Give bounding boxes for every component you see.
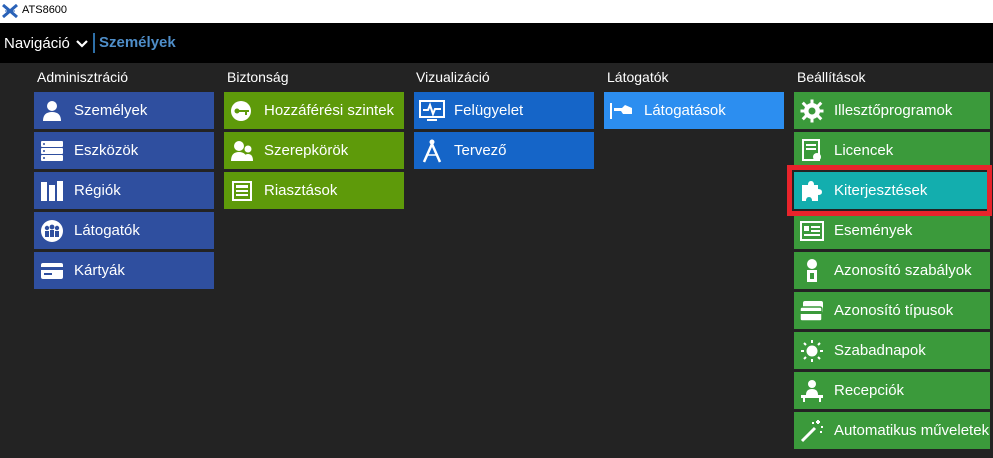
id-rules-icon — [799, 258, 825, 284]
visit-icon — [609, 98, 635, 124]
id-types-icon — [799, 298, 825, 324]
menu-tile-events[interactable]: Események — [794, 212, 990, 249]
menu-tile-label: Régiók — [74, 182, 121, 199]
person-icon — [39, 98, 65, 124]
menu-tile-label: Szabadnapok — [834, 342, 926, 359]
menu-tile-label: Automatikus műveletek — [834, 422, 990, 439]
menu-tile-label: Kártyák — [74, 262, 125, 279]
visitors-group-icon — [39, 218, 65, 244]
menu-tile-label: Hozzáférési szintek — [264, 102, 395, 119]
column-header-visualization: Vizualizáció — [416, 69, 490, 85]
menu-tile-label: Azonosító szabályok — [834, 262, 972, 279]
breadcrumb-current-page[interactable]: Személyek — [99, 34, 176, 51]
menu-tile-label: Illesztőprogramok — [834, 102, 953, 119]
menu-tile-label: Személyek — [74, 102, 148, 119]
navigation-bar: Navigáció Személyek — [0, 23, 993, 63]
roles-icon — [229, 138, 255, 164]
menu-tile-automatic-actions[interactable]: Automatikus műveletek — [794, 412, 990, 449]
magic-wand-icon — [799, 418, 825, 444]
gear-icon — [799, 98, 825, 124]
menu-tile-access-levels[interactable]: Hozzáférési szintek — [224, 92, 404, 129]
sun-icon — [799, 338, 825, 364]
navigation-menu-panel: Adminisztráció Biztonság Vizualizáció Lá… — [16, 63, 993, 458]
menu-tile-label: Látogatások — [644, 102, 726, 119]
menu-tile-label: Riasztások — [264, 182, 338, 199]
menu-tile-label: Látogatók — [74, 222, 140, 239]
menu-tile-label: Felügyelet — [454, 102, 524, 119]
menu-tile-label: Eszközök — [74, 142, 139, 159]
menu-tile-drivers[interactable]: Illesztőprogramok — [794, 92, 990, 129]
devices-icon — [39, 138, 65, 164]
column-header-administration: Adminisztráció — [37, 69, 129, 85]
menu-tile-regions[interactable]: Régiók — [34, 172, 214, 209]
app-logo-icon — [2, 3, 18, 19]
compass-icon — [419, 138, 445, 164]
menu-tile-designer[interactable]: Tervező — [414, 132, 594, 169]
menu-tile-label: Recepciók — [834, 382, 905, 399]
navigation-menu-toggle[interactable]: Navigáció — [4, 33, 88, 53]
chevron-down-icon — [76, 35, 88, 52]
reception-icon — [799, 378, 825, 404]
column-header-visitors: Látogatók — [607, 69, 669, 85]
menu-tile-cards[interactable]: Kártyák — [34, 252, 214, 289]
card-icon — [39, 258, 65, 284]
menu-tile-label: Tervező — [454, 142, 507, 159]
menu-tile-id-types[interactable]: Azonosító típusok — [794, 292, 990, 329]
menu-tile-id-rules[interactable]: Azonosító szabályok — [794, 252, 990, 289]
menu-tile-holidays[interactable]: Szabadnapok — [794, 332, 990, 369]
menu-tile-devices[interactable]: Eszközök — [34, 132, 214, 169]
title-bar: ATS8600 — [0, 0, 993, 23]
regions-icon — [39, 178, 65, 204]
column-header-security: Biztonság — [227, 69, 289, 85]
events-icon — [799, 218, 825, 244]
license-icon — [799, 138, 825, 164]
nav-separator — [93, 33, 95, 53]
window-title: ATS8600 — [22, 4, 68, 16]
monitor-icon — [419, 98, 445, 124]
menu-tile-label: Licencek — [834, 142, 894, 159]
highlight-frame — [787, 165, 992, 216]
menu-tile-label: Események — [834, 222, 913, 239]
menu-tile-roles[interactable]: Szerepkörök — [224, 132, 404, 169]
menu-tile-persons[interactable]: Személyek — [34, 92, 214, 129]
key-icon — [229, 98, 255, 124]
menu-tile-monitoring[interactable]: Felügyelet — [414, 92, 594, 129]
menu-tile-label: Azonosító típusok — [834, 302, 954, 319]
menu-tile-visits[interactable]: Látogatások — [604, 92, 784, 129]
menu-tile-receptions[interactable]: Recepciók — [794, 372, 990, 409]
navigation-label: Navigáció — [4, 34, 70, 52]
menu-tile-licenses[interactable]: Licencek — [794, 132, 990, 169]
column-header-settings: Beállítások — [797, 69, 866, 85]
menu-tile-visitors[interactable]: Látogatók — [34, 212, 214, 249]
alarms-icon — [229, 178, 255, 204]
menu-tile-alarms[interactable]: Riasztások — [224, 172, 404, 209]
menu-tile-label: Szerepkörök — [264, 142, 349, 159]
